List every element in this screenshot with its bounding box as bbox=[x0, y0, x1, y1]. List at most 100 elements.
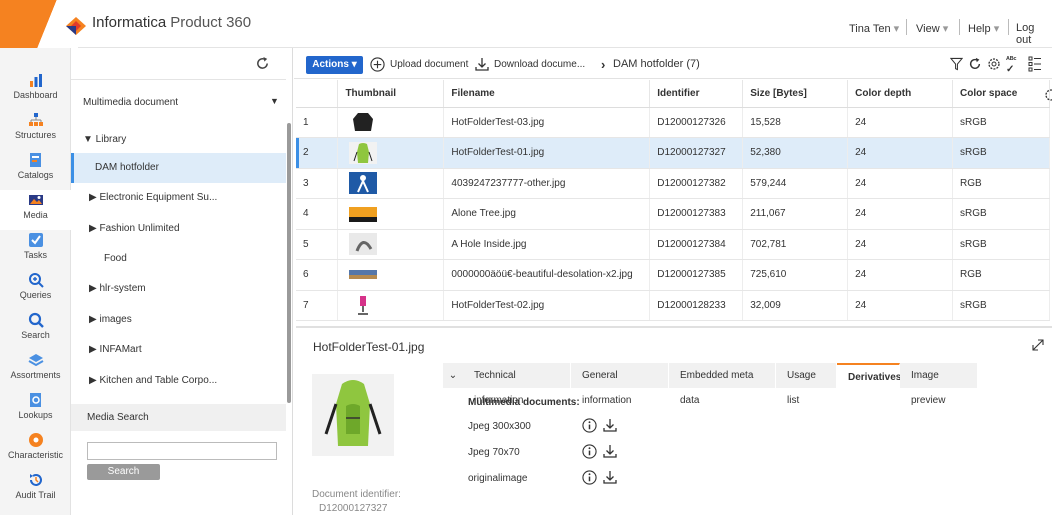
layers-icon bbox=[28, 354, 43, 367]
table-row[interactable]: 2 HotFolderTest-01.jpg D12000127327 52,380 2… bbox=[296, 137, 1050, 169]
nav-lookups[interactable]: Lookups bbox=[0, 390, 71, 430]
info-icon[interactable] bbox=[582, 444, 597, 459]
tab-menu-chevron-icon[interactable]: ⌄ bbox=[443, 363, 463, 388]
tree-scrollbar[interactable] bbox=[287, 123, 291, 403]
table-row[interactable]: 6 0000000äöü€-beautiful-desolation-x2.jpg… bbox=[296, 259, 1050, 291]
tree-item-dam-hotfolder[interactable]: DAM hotfolder bbox=[71, 153, 286, 183]
cell-size: 15,528 bbox=[742, 107, 849, 138]
tree-item[interactable]: ▶ hlr-system bbox=[71, 274, 286, 304]
checkbox-icon bbox=[28, 233, 43, 247]
cell-row-number: 2 bbox=[296, 137, 339, 169]
nav-catalogs[interactable]: Catalogs bbox=[0, 150, 71, 190]
table-row[interactable]: 4 Alone Tree.jpg D12000127383 211,067 24 sRGB bbox=[296, 198, 1050, 230]
cell-identifier: D12000127382 bbox=[649, 168, 744, 199]
cell-color-depth: 24 bbox=[847, 259, 954, 291]
tree-item[interactable]: ▶ Kitchen and Table Corpo... bbox=[71, 366, 286, 396]
divider bbox=[71, 79, 286, 80]
download-icon[interactable] bbox=[602, 417, 618, 433]
settings-gear-icon[interactable] bbox=[986, 56, 1002, 72]
media-search-input[interactable] bbox=[87, 442, 277, 460]
help-menu[interactable]: Help ▾ bbox=[968, 22, 999, 35]
spellcheck-icon[interactable]: ᴬᴮᶜ ✓ bbox=[1006, 55, 1017, 75]
refresh-icon[interactable] bbox=[968, 57, 982, 71]
catalog-icon bbox=[29, 153, 41, 167]
thumbnail-image bbox=[349, 202, 443, 225]
download-icon[interactable] bbox=[602, 443, 618, 459]
nav-queries[interactable]: Queries bbox=[0, 270, 71, 310]
cell-color-depth: 24 bbox=[847, 137, 954, 169]
document-identifier-label: Document identifier: bbox=[312, 489, 401, 500]
media-icon bbox=[28, 195, 43, 205]
upload-document-button[interactable]: Upload document bbox=[390, 59, 468, 70]
nav-structures[interactable]: Structures bbox=[0, 110, 71, 150]
nav-tasks[interactable]: Tasks bbox=[0, 230, 71, 270]
nav-media[interactable]: Media bbox=[0, 190, 71, 230]
chevron-down-icon[interactable]: ▼ bbox=[270, 96, 279, 106]
side-navigation: Dashboard Structures Catalogs Media Task… bbox=[0, 48, 71, 515]
characteristic-icon bbox=[28, 433, 43, 447]
tab-general-information[interactable]: General information bbox=[571, 363, 669, 406]
derivative-label: originalimage bbox=[468, 473, 528, 484]
tab-technical-information[interactable]: Technical information bbox=[463, 363, 571, 406]
download-icon[interactable] bbox=[474, 56, 490, 72]
tab-embedded-meta-data[interactable]: Embedded meta data bbox=[669, 363, 776, 406]
breadcrumb[interactable]: DAM hotfolder (7) bbox=[613, 58, 700, 70]
nav-audit-trail[interactable]: Audit Trail bbox=[0, 470, 71, 510]
tab-derivatives[interactable]: Derivatives bbox=[837, 363, 901, 388]
column-header[interactable]: Size [Bytes] bbox=[742, 80, 849, 108]
filter-icon[interactable] bbox=[950, 57, 963, 71]
column-header[interactable]: Color depth bbox=[847, 80, 954, 108]
column-chooser-icon[interactable] bbox=[1028, 56, 1042, 72]
view-menu[interactable]: View ▾ bbox=[916, 22, 948, 35]
logout-link[interactable]: Log out bbox=[1016, 22, 1052, 46]
tab-usage-list[interactable]: Usage list bbox=[776, 363, 837, 406]
table-settings-gear-icon[interactable] bbox=[1043, 88, 1052, 102]
nav-characteristic[interactable]: Characteristic bbox=[0, 430, 71, 470]
column-header[interactable]: Filename bbox=[443, 80, 651, 108]
table-row[interactable]: 3 4039247237777-other.jpg D12000127382 579,… bbox=[296, 168, 1050, 199]
cell-color-space: sRGB bbox=[952, 229, 1050, 260]
tree-item[interactable]: ▶ INFAMart bbox=[71, 335, 286, 365]
cell-size: 702,781 bbox=[742, 229, 849, 260]
add-icon[interactable] bbox=[370, 57, 385, 72]
cell-row-number: 7 bbox=[296, 290, 339, 321]
thumbnail-image bbox=[349, 172, 443, 195]
nav-assortments[interactable]: Assortments bbox=[0, 350, 71, 390]
document-type-select[interactable]: Multimedia document bbox=[83, 97, 178, 108]
column-header[interactable]: Color space bbox=[952, 80, 1050, 108]
derivatives-heading: Multimedia documents: bbox=[468, 397, 580, 408]
detail-panel bbox=[296, 326, 1052, 515]
tree-item[interactable]: ▶ Electronic Equipment Su... bbox=[71, 183, 286, 213]
tree-panel: Multimedia document ▼ ▼ Library DAM hotf… bbox=[71, 48, 293, 515]
download-icon[interactable] bbox=[602, 469, 618, 485]
expand-icon[interactable] bbox=[1031, 338, 1045, 352]
tree-item[interactable]: ▶ Fashion Unlimited bbox=[71, 214, 286, 244]
column-header[interactable] bbox=[296, 80, 339, 108]
app-title: Informatica Product 360 bbox=[92, 14, 252, 31]
column-header[interactable]: Thumbnail bbox=[337, 80, 445, 108]
query-icon bbox=[28, 273, 44, 288]
column-header[interactable]: Identifier bbox=[649, 80, 744, 108]
refresh-icon[interactable] bbox=[255, 56, 270, 71]
table-row[interactable]: 1 HotFolderTest-03.jpg D12000127326 15,528 2… bbox=[296, 107, 1050, 138]
search-icon bbox=[28, 312, 44, 328]
nav-search[interactable]: Search bbox=[0, 310, 71, 350]
info-icon[interactable] bbox=[582, 470, 597, 485]
table-row[interactable]: 7 HotFolderTest-02.jpg D12000128233 32,009 2… bbox=[296, 290, 1050, 321]
tab-image-preview[interactable]: Image preview bbox=[900, 363, 978, 406]
info-icon[interactable] bbox=[582, 418, 597, 433]
media-search-button[interactable]: Search bbox=[87, 464, 160, 480]
actions-button[interactable]: Actions ▾ bbox=[306, 56, 363, 74]
download-document-button[interactable]: Download docume... bbox=[494, 59, 585, 70]
nav-dashboard[interactable]: Dashboard bbox=[0, 70, 71, 110]
cell-color-depth: 24 bbox=[847, 198, 954, 230]
tree-root-library[interactable]: ▼ Library bbox=[83, 134, 126, 145]
tree-item[interactable]: Food bbox=[71, 244, 286, 274]
cell-color-space: RGB bbox=[952, 168, 1050, 199]
user-menu[interactable]: Tina Ten ▾ bbox=[849, 22, 899, 35]
cell-thumbnail bbox=[337, 259, 445, 291]
cell-row-number: 3 bbox=[296, 168, 339, 199]
media-search-header[interactable]: Media Search bbox=[71, 404, 286, 431]
tree-item[interactable]: ▶ images bbox=[71, 305, 286, 335]
table-row[interactable]: 5 A Hole Inside.jpg D12000127384 702,781 24 s… bbox=[296, 229, 1050, 260]
